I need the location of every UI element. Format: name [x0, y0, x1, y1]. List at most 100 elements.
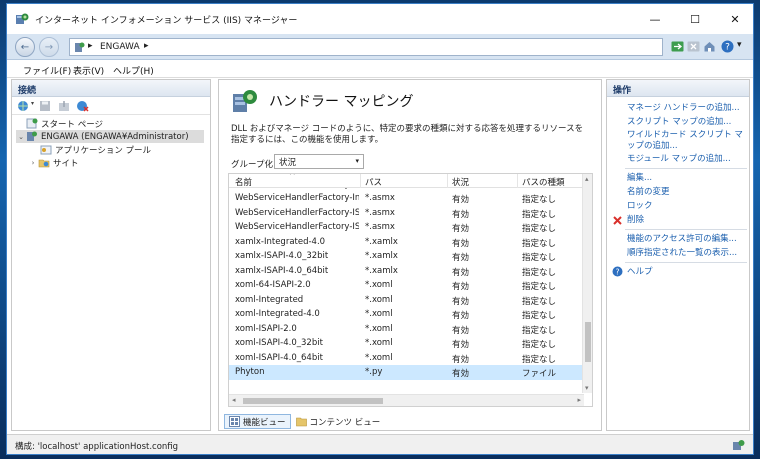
tab-features-label: 機能ビュー [243, 417, 286, 428]
network-status-icon [733, 440, 745, 450]
refresh-icon[interactable] [671, 40, 684, 53]
action-add-script-map[interactable]: スクリプト マップの追加... [627, 117, 731, 128]
table-row[interactable]: xoml-ISAPI-4.0_64bit *.xoml 有効 指定なし [229, 351, 584, 366]
cell-path-type: 指定なし [522, 224, 557, 234]
grid-header: 名前 ^ パス 状況 パスの種類 [229, 174, 584, 188]
cell-path-type: 指定なし [522, 282, 557, 292]
cell-state: 有効 [452, 224, 470, 234]
cell-path-type: 指定なし [522, 325, 557, 336]
scroll-up-arrow-icon[interactable]: ▴ [585, 175, 589, 183]
cell-state: 有効 [452, 325, 470, 336]
home-icon[interactable] [703, 40, 716, 53]
cell-path-type: 指定なし [522, 311, 557, 321]
cell-name: xamlx-ISAPI-4.0_64bit [235, 265, 329, 276]
expand-chevron-icon[interactable]: › [28, 159, 38, 167]
cell-name: xamlx-ISAPI-4.0_32bit [235, 251, 329, 261]
horizontal-scroll-thumb[interactable] [243, 398, 383, 404]
action-delete[interactable]: 削除 [627, 215, 644, 226]
help-dropdown-caret[interactable]: ▾ [737, 40, 742, 50]
column-header-name[interactable]: 名前 [235, 176, 252, 188]
cell-path: *.xamlx [365, 265, 398, 276]
close-button[interactable]: ✕ [715, 4, 753, 34]
cell-state: 有効 [452, 253, 470, 263]
table-row[interactable]: xamlx-ISAPI-4.0_32bit *.xamlx 有効 指定なし [229, 249, 584, 264]
cell-path: *.asmx [365, 193, 395, 203]
action-rename[interactable]: 名前の変更 [627, 187, 670, 198]
app-pool-icon [40, 145, 52, 155]
address-field[interactable]: ▸ ENGAWA ▸ [69, 38, 663, 56]
cell-state: 有効 [452, 311, 470, 321]
vertical-scroll-thumb[interactable] [585, 322, 591, 362]
status-text: 構成: 'localhost' applicationHost.config [15, 442, 179, 452]
table-row[interactable]: xamlx-Integrated-4.0 *.xamlx 有効 指定なし [229, 235, 584, 250]
group-by-select[interactable]: 状況 ▾ [274, 154, 364, 169]
action-add-wildcard-script-map[interactable]: ワイルドカード スクリプト マップの追加... [627, 130, 745, 152]
tree-sites[interactable]: › サイト [28, 156, 79, 169]
table-row[interactable]: Phyton *.py 有効 ファイル [229, 365, 584, 380]
menu-file[interactable]: ファイル(F) [23, 64, 71, 77]
help-icon[interactable]: ? [721, 40, 734, 53]
action-add-module-map[interactable]: モジュール マップの追加... [627, 154, 731, 165]
cell-path: *.xamlx [365, 236, 398, 247]
action-add-managed-handler[interactable]: マネージ ハンドラーの追加... [627, 103, 740, 114]
cell-name: xoml-64-ISAPI-2.0 [235, 280, 311, 290]
tab-features-view[interactable]: 機能ビュー [224, 414, 291, 429]
page-description: DLL およびマネージ コードのように、特定の要求の種類に対する応答を処理するリ… [231, 124, 584, 145]
action-help[interactable]: ヘルプ [627, 267, 653, 278]
action-edit[interactable]: 編集... [627, 173, 652, 184]
scroll-down-arrow-icon[interactable]: ▾ [585, 384, 589, 392]
forward-button[interactable]: → [39, 37, 59, 57]
maximize-button[interactable]: ☐ [675, 4, 715, 34]
minimize-button[interactable]: — [635, 4, 675, 34]
sort-caret-icon: ^ [289, 173, 296, 180]
cell-state: 有効 [452, 354, 470, 365]
table-row[interactable]: xoml-Integrated *.xoml 有効 指定なし [229, 293, 584, 308]
cell-path: *.xoml [365, 323, 393, 334]
clipped-row: WebServiceHandlerFactory-IS... [235, 188, 355, 190]
collapse-chevron-icon[interactable]: ⌄ [16, 133, 26, 141]
window-title: インターネット インフォメーション サービス (IIS) マネージャー [35, 16, 298, 26]
menu-view[interactable]: 表示(V) [73, 64, 104, 77]
action-edit-feature-permissions[interactable]: 機能のアクセス許可の編集... [627, 234, 737, 245]
action-lock[interactable]: ロック [627, 201, 653, 212]
tree-app-pools[interactable]: アプリケーション プール [40, 143, 151, 156]
tree-start-page[interactable]: スタート ページ [16, 117, 103, 130]
table-row[interactable]: xoml-Integrated-4.0 *.xoml 有効 指定なし [229, 307, 584, 322]
action-view-ordered-list[interactable]: 順序指定された一覧の表示... [627, 248, 737, 259]
table-row[interactable]: xamlx-ISAPI-4.0_64bit *.xamlx 有効 指定なし [229, 264, 584, 279]
up-level-icon[interactable] [58, 100, 70, 112]
cell-name: xoml-ISAPI-2.0 [235, 323, 297, 334]
tab-content-label: コンテンツ ビュー [309, 417, 381, 428]
table-row[interactable]: WebServiceHandlerFactory-Int... *.asmx 有効 指… [229, 191, 584, 206]
address-bar: ← → ▸ ENGAWA ▸ ? ▾ [7, 34, 753, 60]
cell-state: 有効 [452, 195, 470, 205]
column-header-path-type[interactable]: パスの種類 [522, 176, 565, 188]
cell-path: *.asmx [365, 207, 395, 218]
connections-panel: 接続 ▾ スタート ページ ⌄ ENGAWA (ENGAWA¥Administr… [11, 79, 211, 431]
cell-path: *.xoml [365, 309, 393, 319]
cell-path: *.xoml [365, 352, 393, 363]
table-row[interactable]: xoml-ISAPI-4.0_32bit *.xoml 有効 指定なし [229, 336, 584, 351]
stop-icon[interactable] [687, 40, 700, 53]
column-header-state[interactable]: 状況 [452, 176, 469, 188]
table-row[interactable]: xoml-ISAPI-2.0 *.xoml 有効 指定なし [229, 322, 584, 337]
scroll-left-arrow-icon[interactable]: ◂ [232, 396, 236, 404]
table-row[interactable]: WebServiceHandlerFactory-IS... *.asmx 有効 指定… [229, 206, 584, 221]
menu-help[interactable]: ヘルプ(H) [113, 64, 154, 77]
handler-mappings-panel: ハンドラー マッピング DLL およびマネージ コードのように、特定の要求の種類… [218, 79, 602, 431]
table-row[interactable]: WebServiceHandlerFactory-IS... *.asmx 有効 指定… [229, 220, 584, 235]
tab-content-view[interactable]: コンテンツ ビュー [291, 414, 386, 429]
connect-dropdown-caret[interactable]: ▾ [31, 100, 34, 107]
connect-globe-icon[interactable] [17, 100, 30, 112]
delete-connection-icon[interactable] [76, 100, 89, 112]
back-button[interactable]: ← [15, 37, 35, 57]
tree-server-engawa[interactable]: ⌄ ENGAWA (ENGAWA¥Administrator) [16, 130, 204, 143]
save-icon[interactable] [39, 100, 51, 112]
tree-start-page-label: スタート ページ [41, 119, 104, 130]
scroll-right-arrow-icon[interactable]: ▸ [577, 396, 581, 404]
column-header-path[interactable]: パス [365, 176, 382, 188]
table-row[interactable]: xoml-64-ISAPI-2.0 *.xoml 有効 指定なし [229, 278, 584, 293]
vertical-scrollbar[interactable]: ▴ ▾ [582, 174, 592, 393]
cell-path-type: 指定なし [522, 238, 557, 249]
horizontal-scrollbar[interactable]: ◂ ▸ [229, 394, 584, 406]
